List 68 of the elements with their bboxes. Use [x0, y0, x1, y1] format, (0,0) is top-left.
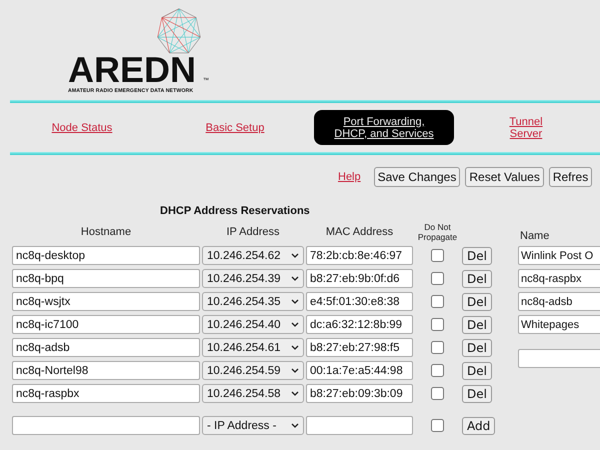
caret-icon	[291, 345, 299, 350]
mac-address-field[interactable]: b8:27:eb:9b:0f:d6	[306, 269, 413, 288]
column-header: Hostname	[80, 226, 132, 238]
caret-icon	[291, 368, 299, 374]
nav-tab[interactable]: Port Forwarding, DHCP, and Services	[314, 110, 454, 145]
service-name-field[interactable]: Whitepages	[518, 315, 600, 334]
delete-button[interactable]: Del	[462, 338, 492, 357]
mac-address-field[interactable]: 00:1a:7e:a5:44:98	[306, 361, 413, 380]
delete-button[interactable]: Del	[462, 270, 492, 288]
propagate-checkbox[interactable]	[431, 272, 444, 286]
hostname-field[interactable]: nc8q-bpq	[12, 269, 200, 288]
service-name-field[interactable]: nc8q-raspbx	[518, 269, 600, 288]
nav-tab[interactable]: Basic Setup	[165, 122, 305, 134]
mac-address-field[interactable]: b8:27:eb:09:3b:09	[306, 384, 413, 404]
column-header: Do Not Propagate	[416, 222, 458, 242]
propagate-checkbox[interactable]	[431, 318, 444, 332]
ip-address-select[interactable]: 10.246.254.58	[202, 384, 304, 404]
logo-wordmark: AREDN	[68, 55, 196, 85]
ip-address-select[interactable]: 10.246.254.62	[202, 246, 304, 266]
hostname-field[interactable]: nc8q-desktop	[12, 246, 200, 266]
add-button[interactable]: Add	[462, 416, 496, 435]
column-header: IP Address	[226, 226, 280, 238]
hostname-field[interactable]: nc8q-adsb	[12, 338, 200, 358]
nav-tab[interactable]: Tunnel Server	[507, 116, 545, 140]
delete-button[interactable]: Del	[462, 316, 492, 334]
column-header: MAC Address	[324, 226, 394, 238]
caret-icon	[291, 299, 299, 304]
action-button[interactable]: Save Changes	[374, 167, 460, 187]
mac-address-field[interactable]: b8:27:eb:27:98:f5	[306, 338, 413, 358]
delete-button[interactable]: Del	[462, 362, 492, 380]
ip-address-select[interactable]: 10.246.254.59	[202, 361, 304, 380]
caret-icon	[291, 253, 299, 258]
hostname-field[interactable]: nc8q-raspbx	[12, 384, 200, 404]
action-button[interactable]: Refres	[548, 167, 592, 187]
hostname-field[interactable]	[12, 416, 200, 436]
ip-address-select[interactable]: 10.246.254.61	[202, 338, 304, 358]
service-name-field[interactable]: nc8q-adsb	[518, 292, 600, 311]
action-button[interactable]: Reset Values	[465, 167, 544, 187]
caret-icon	[291, 322, 299, 328]
section-title: DHCP Address Reservations	[160, 205, 311, 217]
caret-icon	[291, 423, 299, 428]
delete-button[interactable]: Del	[462, 292, 492, 311]
service-name-field[interactable]: Winlink Post O	[518, 246, 600, 265]
hostname-field[interactable]: nc8q-Nortel98	[12, 361, 200, 380]
ip-address-select[interactable]: 10.246.254.35	[202, 292, 304, 312]
caret-icon	[291, 276, 299, 282]
mac-address-field[interactable]: dc:a6:32:12:8b:99	[306, 315, 413, 334]
hostname-field[interactable]: nc8q-ic7100	[12, 315, 200, 334]
ip-address-select[interactable]: - IP Address -	[202, 416, 304, 436]
mac-address-field[interactable]: e4:5f:01:30:e8:38	[306, 292, 413, 312]
column-header: Name	[520, 230, 550, 242]
service-name-field[interactable]	[518, 349, 600, 368]
delete-button[interactable]: Del	[462, 384, 492, 403]
propagate-checkbox[interactable]	[431, 341, 444, 354]
propagate-checkbox[interactable]	[431, 295, 444, 308]
nav-tab[interactable]: Node Status	[22, 122, 142, 134]
propagate-checkbox[interactable]	[431, 364, 444, 378]
help-link[interactable]: Help	[338, 171, 361, 183]
propagate-checkbox[interactable]	[431, 387, 444, 400]
ip-address-select[interactable]: 10.246.254.40	[202, 315, 304, 334]
caret-icon	[291, 391, 299, 396]
hostname-field[interactable]: nc8q-wsjtx	[12, 292, 200, 312]
propagate-checkbox[interactable]	[431, 419, 444, 432]
ip-address-select[interactable]: 10.246.254.39	[202, 269, 304, 288]
delete-button[interactable]: Del	[462, 246, 492, 265]
mac-address-field[interactable]: 78:2b:cb:8e:46:97	[306, 246, 413, 266]
mac-address-field[interactable]	[306, 416, 413, 436]
propagate-checkbox[interactable]	[431, 249, 444, 262]
